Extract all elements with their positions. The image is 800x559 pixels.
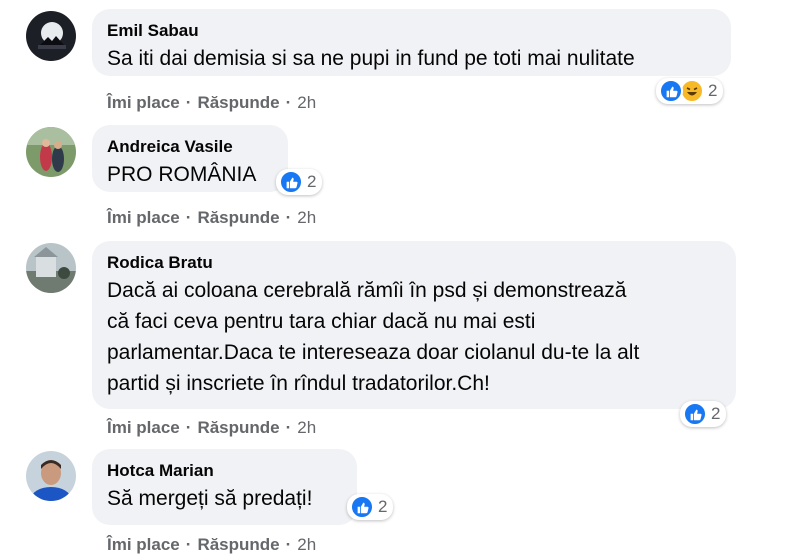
reaction-summary[interactable]: 2: [680, 401, 727, 427]
like-button[interactable]: Îmi place: [107, 535, 180, 555]
reaction-summary[interactable]: 2: [656, 78, 724, 104]
like-icon: [350, 495, 374, 519]
reaction-count: 2: [378, 497, 388, 516]
comment-author[interactable]: Rodica Bratu: [107, 253, 720, 273]
like-button[interactable]: Îmi place: [107, 208, 180, 228]
comment-text: Sa iti dai demisia si sa ne pupi in fund…: [107, 47, 635, 70]
timestamp[interactable]: 2h: [297, 208, 316, 228]
comment-text-line: partid și inscriete în rîndul tradatoril…: [107, 372, 490, 395]
avatar-image: [26, 451, 76, 501]
avatar[interactable]: [26, 127, 76, 177]
comment-bubble: Andreica Vasile PRO ROMÂNIA: [92, 125, 288, 192]
reply-button[interactable]: Răspunde: [197, 535, 279, 555]
reaction-summary[interactable]: 2: [276, 169, 323, 195]
separator: ·: [285, 535, 292, 554]
avatar[interactable]: [26, 451, 76, 501]
avatar[interactable]: [26, 11, 76, 61]
timestamp[interactable]: 2h: [297, 535, 316, 555]
comment-text-line: parlamentar.Daca te intereseaza doar cio…: [107, 341, 640, 364]
comment-actions: Îmi place · Răspunde · 2h: [107, 535, 316, 555]
comment-actions: Îmi place · Răspunde · 2h: [107, 418, 316, 438]
comment-text-line: Dacă ai coloana cerebrală rămîi în psd ș…: [107, 279, 627, 302]
comment-actions: Îmi place · Răspunde · 2h: [107, 208, 316, 228]
comment-text: Să mergeți să predați!: [107, 487, 313, 510]
comment-author[interactable]: Hotca Marian: [107, 461, 341, 481]
haha-icon: [680, 79, 704, 103]
comment-bubble: Emil Sabau Sa iti dai demisia si sa ne p…: [92, 9, 731, 76]
comment-bubble: Rodica Bratu Dacă ai coloana cerebrală r…: [92, 241, 736, 409]
avatar-image: [26, 11, 76, 61]
avatar-image: [26, 243, 76, 293]
comment-bubble: Hotca Marian Să mergeți să predați!: [92, 449, 357, 525]
reaction-summary[interactable]: 2: [347, 494, 394, 520]
reply-button[interactable]: Răspunde: [197, 418, 279, 438]
separator: ·: [185, 93, 192, 112]
reaction-count: 2: [711, 404, 721, 423]
comment-text: PRO ROMÂNIA: [107, 163, 257, 186]
separator: ·: [185, 208, 192, 227]
like-icon: [279, 170, 303, 194]
avatar-image: [26, 127, 76, 177]
reply-button[interactable]: Răspunde: [197, 93, 279, 113]
timestamp[interactable]: 2h: [297, 93, 316, 113]
reaction-count: 2: [708, 81, 718, 100]
like-button[interactable]: Îmi place: [107, 418, 180, 438]
comment-author[interactable]: Emil Sabau: [107, 21, 715, 41]
comment-actions: Îmi place · Răspunde · 2h: [107, 93, 316, 113]
timestamp[interactable]: 2h: [297, 418, 316, 438]
separator: ·: [285, 93, 292, 112]
like-button[interactable]: Îmi place: [107, 93, 180, 113]
separator: ·: [285, 418, 292, 437]
like-icon: [683, 402, 707, 426]
comment-author[interactable]: Andreica Vasile: [107, 137, 272, 157]
separator: ·: [285, 208, 292, 227]
separator: ·: [185, 418, 192, 437]
avatar[interactable]: [26, 243, 76, 293]
separator: ·: [185, 535, 192, 554]
comment-text-line: că faci ceva pentru tara chiar dacă nu m…: [107, 310, 536, 333]
reaction-count: 2: [307, 172, 317, 191]
comment-text: Dacă ai coloana cerebrală rămîi în psd ș…: [107, 275, 720, 399]
like-icon: [659, 79, 683, 103]
reply-button[interactable]: Răspunde: [197, 208, 279, 228]
